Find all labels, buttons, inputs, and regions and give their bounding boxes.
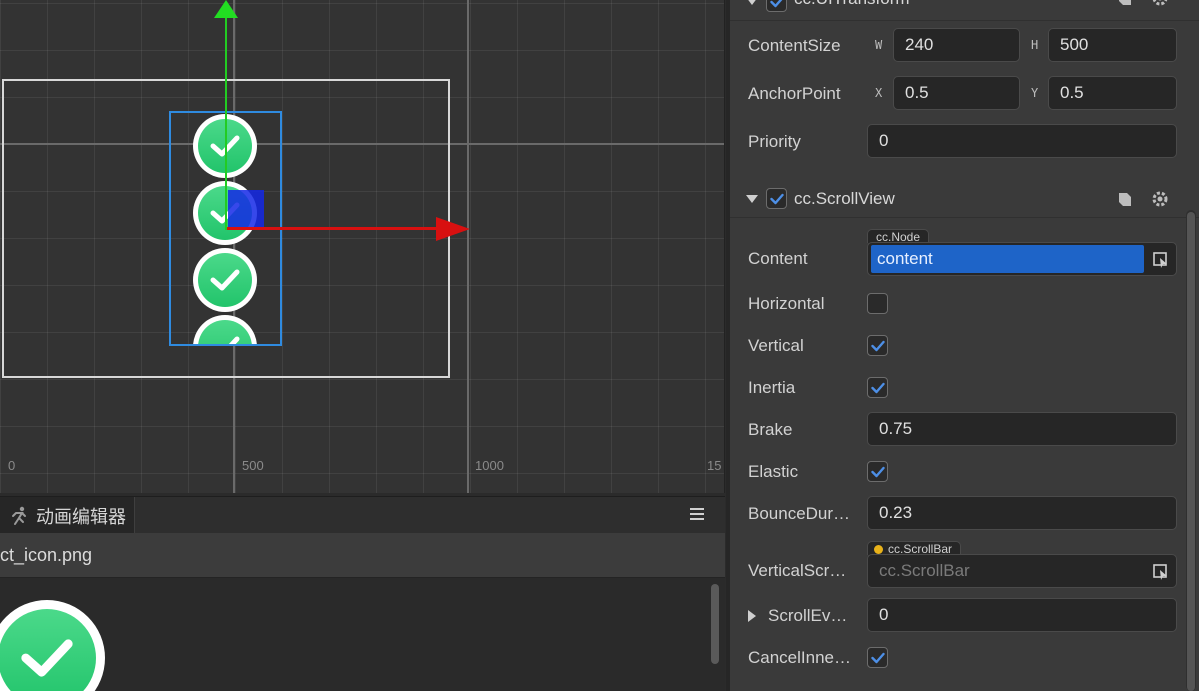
pick-node-icon[interactable] bbox=[1152, 563, 1170, 581]
section-header-scrollview[interactable]: cc.ScrollView bbox=[730, 178, 1199, 218]
inertia-label: Inertia bbox=[748, 378, 796, 397]
collapse-arrow-icon[interactable] bbox=[746, 195, 758, 203]
cancel-inner-events-checkbox[interactable] bbox=[867, 647, 888, 668]
content-size-label: ContentSize bbox=[748, 36, 841, 55]
bounce-duration-input[interactable]: 0.23 bbox=[867, 496, 1177, 530]
section-title-scrollview: cc.ScrollView bbox=[794, 189, 895, 208]
bounce-duration-label: BounceDur… bbox=[748, 504, 851, 523]
content-width-input[interactable]: 240 bbox=[893, 28, 1020, 62]
axis-label-1000: 1000 bbox=[475, 458, 504, 473]
vertical-scrollbar-field[interactable]: cc.ScrollBar bbox=[867, 554, 1177, 588]
expand-arrow-icon[interactable] bbox=[748, 610, 756, 622]
cancel-inner-events-label: CancelInne… bbox=[748, 648, 852, 667]
vertical-scrollbar-label: VerticalScr… bbox=[748, 561, 847, 580]
hamburger-menu-icon[interactable] bbox=[687, 505, 707, 525]
content-height-input[interactable]: 500 bbox=[1048, 28, 1177, 62]
section-header-uitransform[interactable]: cc.UITransform bbox=[730, 0, 1199, 21]
anchor-y-input[interactable]: 0.5 bbox=[1048, 76, 1177, 110]
row-elastic: Elastic bbox=[748, 454, 1181, 490]
row-cancel-inner-events: CancelInne… bbox=[748, 640, 1181, 676]
anchor-x-input[interactable]: 0.5 bbox=[893, 76, 1020, 110]
preview-scrollbar[interactable] bbox=[711, 584, 719, 664]
gear-icon[interactable] bbox=[1150, 189, 1170, 209]
axis-label-500: 500 bbox=[242, 458, 264, 473]
manual-book-icon[interactable] bbox=[1116, 0, 1134, 7]
content-object-field[interactable]: content bbox=[867, 242, 1177, 276]
content-object-value: content bbox=[871, 245, 1144, 273]
section-title-uitransform: cc.UITransform bbox=[794, 0, 910, 9]
tab-animation-editor[interactable]: 动画编辑器 bbox=[0, 497, 135, 534]
scroll-events-label: ScrollEv… bbox=[768, 606, 848, 625]
animation-editor-tabbar: 动画编辑器 bbox=[0, 496, 725, 534]
gizmo-x-axis[interactable] bbox=[227, 227, 442, 230]
w-label: W bbox=[875, 38, 883, 52]
elastic-label: Elastic bbox=[748, 462, 799, 481]
scroll-events-count-input[interactable]: 0 bbox=[867, 598, 1177, 632]
axis-label-1500: 15 bbox=[707, 458, 722, 473]
check-icon[interactable] bbox=[193, 248, 257, 312]
content-type-tag: cc.Node bbox=[867, 229, 930, 244]
axis-label-0: 0 bbox=[8, 458, 16, 473]
elastic-checkbox[interactable] bbox=[867, 461, 888, 482]
tab-animation-editor-label: 动画编辑器 bbox=[36, 506, 126, 527]
anchor-point-label: AnchorPoint bbox=[748, 84, 841, 103]
check-icon[interactable] bbox=[193, 315, 257, 344]
running-figure-icon bbox=[12, 506, 26, 525]
inspector-panel: cc.UITransform ContentSize W 240 H 500 A… bbox=[726, 0, 1199, 691]
priority-label: Priority bbox=[748, 132, 801, 151]
brake-label: Brake bbox=[748, 420, 793, 439]
row-inertia: Inertia bbox=[748, 370, 1181, 406]
h-label: H bbox=[1031, 38, 1039, 52]
brake-input[interactable]: 0.75 bbox=[867, 412, 1177, 446]
collapse-arrow-icon[interactable] bbox=[746, 0, 758, 5]
uitransform-enabled-checkbox[interactable] bbox=[766, 0, 787, 12]
gear-icon[interactable] bbox=[1150, 0, 1170, 8]
gizmo-y-arrow-icon[interactable] bbox=[214, 0, 238, 18]
clip-name: ct_icon.png bbox=[0, 544, 93, 565]
pick-node-icon[interactable] bbox=[1152, 251, 1170, 269]
horizontal-checkbox[interactable] bbox=[867, 293, 888, 314]
y-label: Y bbox=[1031, 86, 1039, 100]
row-horizontal: Horizontal bbox=[748, 286, 1181, 322]
scrollview-enabled-checkbox[interactable] bbox=[766, 188, 787, 209]
animation-preview-area[interactable] bbox=[0, 578, 725, 691]
x-label: X bbox=[875, 86, 883, 100]
content-label: Content bbox=[748, 249, 808, 268]
vertical-scrollbar-placeholder: cc.ScrollBar bbox=[879, 561, 970, 580]
animation-clip-header: ct_icon.png bbox=[0, 533, 725, 578]
manual-book-icon[interactable] bbox=[1116, 190, 1134, 208]
vertical-label: Vertical bbox=[748, 336, 804, 355]
gizmo-xy-plane-handle[interactable] bbox=[228, 190, 264, 227]
vertical-checkbox[interactable] bbox=[867, 335, 888, 356]
scene-view[interactable]: 0 500 1000 15 bbox=[0, 0, 725, 493]
check-icon bbox=[0, 600, 105, 691]
scene-axis-line-v2 bbox=[467, 0, 469, 493]
row-vertical: Vertical bbox=[748, 328, 1181, 364]
priority-input[interactable]: 0 bbox=[867, 124, 1177, 158]
gizmo-x-arrow-icon[interactable] bbox=[436, 217, 470, 241]
horizontal-label: Horizontal bbox=[748, 294, 825, 313]
inertia-checkbox[interactable] bbox=[867, 377, 888, 398]
inspector-scrollbar-thumb[interactable] bbox=[1187, 212, 1195, 691]
gizmo-y-axis[interactable] bbox=[225, 10, 227, 230]
vertical-scrollbar-type-tag: cc.ScrollBar bbox=[867, 541, 962, 556]
